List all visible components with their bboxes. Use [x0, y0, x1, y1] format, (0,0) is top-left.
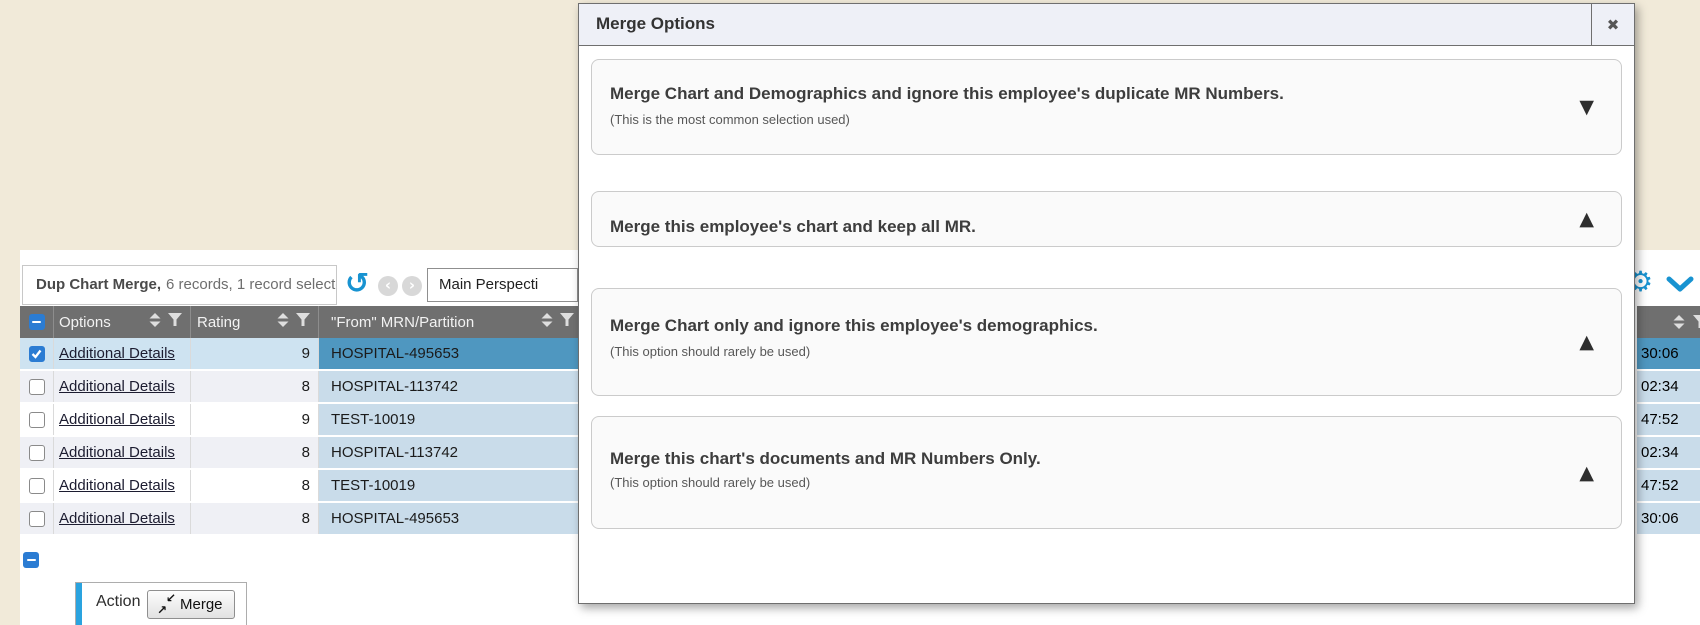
merge-option-card-1[interactable]: Merge Chart and Demographics and ignore …: [591, 59, 1622, 155]
table-row[interactable]: Additional Details 9 TEST-10019: [20, 404, 578, 437]
sort-icon[interactable]: [277, 313, 289, 331]
merge-button[interactable]: ↙ ↗ Merge: [147, 590, 235, 619]
mrn-cell: HOSPITAL-495653: [318, 338, 578, 369]
row-checkbox[interactable]: [29, 412, 45, 428]
merge-option-title: Merge Chart and Demographics and ignore …: [610, 84, 1284, 104]
time-cell: 47:52: [1637, 404, 1700, 437]
select-all-checkbox[interactable]: [29, 314, 45, 330]
rating-cell: 9: [190, 338, 318, 369]
app-root: Dup Chart Merge, 6 records, 1 record sele…: [0, 0, 1700, 625]
rating-cell: 8: [190, 371, 318, 402]
action-panel: Action ↙ ↗ Merge: [75, 582, 247, 625]
row-checkbox[interactable]: [29, 445, 45, 461]
filter-icon[interactable]: [168, 313, 182, 331]
action-accent-bar: [76, 583, 82, 625]
additional-details-link[interactable]: Additional Details: [59, 444, 175, 461]
row-checkbox[interactable]: [29, 379, 45, 395]
column-header-rating[interactable]: Rating: [197, 314, 277, 331]
record-summary: 6 records, 1 record selected: [166, 276, 337, 293]
rating-cell: 8: [190, 437, 318, 468]
time-cell: 30:06: [1637, 503, 1700, 536]
merge-option-subtitle: (This option should rarely be used): [610, 475, 810, 490]
mrn-cell: HOSPITAL-113742: [318, 437, 578, 468]
merge-option-title: Merge Chart only and ignore this employe…: [610, 316, 1098, 336]
row-checkbox[interactable]: [29, 478, 45, 494]
table-header-right-fragment: [1637, 306, 1700, 338]
additional-details-link[interactable]: Additional Details: [59, 378, 175, 395]
filter-icon[interactable]: [1693, 315, 1700, 334]
next-page-button[interactable]: ›: [402, 276, 422, 296]
merge-option-title: Merge this employee's chart and keep all…: [610, 217, 976, 237]
table-row[interactable]: Additional Details 8 TEST-10019: [20, 470, 578, 503]
table-row[interactable]: Additional Details 8 HOSPITAL-113742: [20, 437, 578, 470]
additional-details-link[interactable]: Additional Details: [59, 510, 175, 527]
sort-icon[interactable]: [541, 313, 553, 331]
grid-title: Dup Chart Merge,: [36, 276, 161, 293]
expand-arrow-icon[interactable]: ▼: [1579, 96, 1594, 118]
row-checkbox[interactable]: [29, 511, 45, 527]
merge-option-card-2[interactable]: Merge this employee's chart and keep all…: [591, 191, 1622, 247]
table-row[interactable]: Additional Details 8 HOSPITAL-495653: [20, 503, 578, 536]
merge-button-label: Merge: [180, 596, 223, 613]
previous-page-button[interactable]: ‹: [378, 276, 398, 296]
time-cell: 47:52: [1637, 470, 1700, 503]
additional-details-link[interactable]: Additional Details: [59, 411, 175, 428]
refresh-icon[interactable]: ↺: [345, 263, 369, 303]
merge-option-subtitle: (This is the most common selection used): [610, 112, 850, 127]
time-column-fragment: 30:06 02:34 47:52 02:34 47:52 30:06: [1637, 338, 1700, 536]
merge-option-card-4[interactable]: Merge this chart's documents and MR Numb…: [591, 416, 1622, 529]
mrn-cell: TEST-10019: [318, 404, 578, 435]
collapse-all-button[interactable]: [23, 552, 39, 568]
close-icon[interactable]: ✖: [1591, 4, 1634, 45]
expand-arrow-icon[interactable]: ▲: [1579, 462, 1594, 484]
mrn-cell: HOSPITAL-495653: [318, 503, 578, 534]
filter-icon[interactable]: [296, 313, 310, 331]
table-row[interactable]: Additional Details 8 HOSPITAL-113742: [20, 371, 578, 404]
column-header-from-mrn[interactable]: "From" MRN/Partition: [331, 314, 541, 331]
mrn-cell: HOSPITAL-113742: [318, 371, 578, 402]
merge-option-title: Merge this chart's documents and MR Numb…: [610, 449, 1041, 469]
column-header-options[interactable]: Options: [59, 314, 149, 331]
expand-arrow-icon[interactable]: ▲: [1579, 331, 1594, 353]
additional-details-link[interactable]: Additional Details: [59, 477, 175, 494]
perspective-dropdown[interactable]: Main Perspecti: [427, 268, 578, 302]
grid-title-box: Dup Chart Merge, 6 records, 1 record sele…: [22, 265, 337, 305]
merge-option-subtitle: (This option should rarely be used): [610, 344, 810, 359]
merge-option-card-3[interactable]: Merge Chart only and ignore this employe…: [591, 288, 1622, 396]
sort-icon[interactable]: [1673, 315, 1685, 334]
expand-arrow-icon[interactable]: ▲: [1579, 208, 1594, 230]
rating-cell: 8: [190, 503, 318, 534]
merge-options-dialog: Merge Options ✖ Merge Chart and Demograp…: [578, 3, 1635, 604]
table-row[interactable]: Additional Details 9 HOSPITAL-495653: [20, 338, 578, 371]
mrn-cell: TEST-10019: [318, 470, 578, 501]
additional-details-link[interactable]: Additional Details: [59, 345, 175, 362]
dialog-title: Merge Options: [579, 4, 1634, 44]
merge-icon: ↙ ↗: [159, 597, 174, 612]
row-checkbox[interactable]: [29, 346, 45, 362]
sort-icon[interactable]: [149, 313, 161, 331]
time-cell: 02:34: [1637, 371, 1700, 404]
action-label: Action: [96, 593, 140, 611]
time-cell: 30:06: [1637, 338, 1700, 371]
dialog-titlebar: Merge Options ✖: [579, 4, 1634, 46]
filter-icon[interactable]: [560, 313, 574, 331]
rating-cell: 9: [190, 404, 318, 435]
rating-cell: 8: [190, 470, 318, 501]
table-header: Options Rating "From" MRN/Partition: [20, 306, 578, 338]
chevron-down-icon[interactable]: [1666, 276, 1694, 299]
time-cell: 02:34: [1637, 437, 1700, 470]
